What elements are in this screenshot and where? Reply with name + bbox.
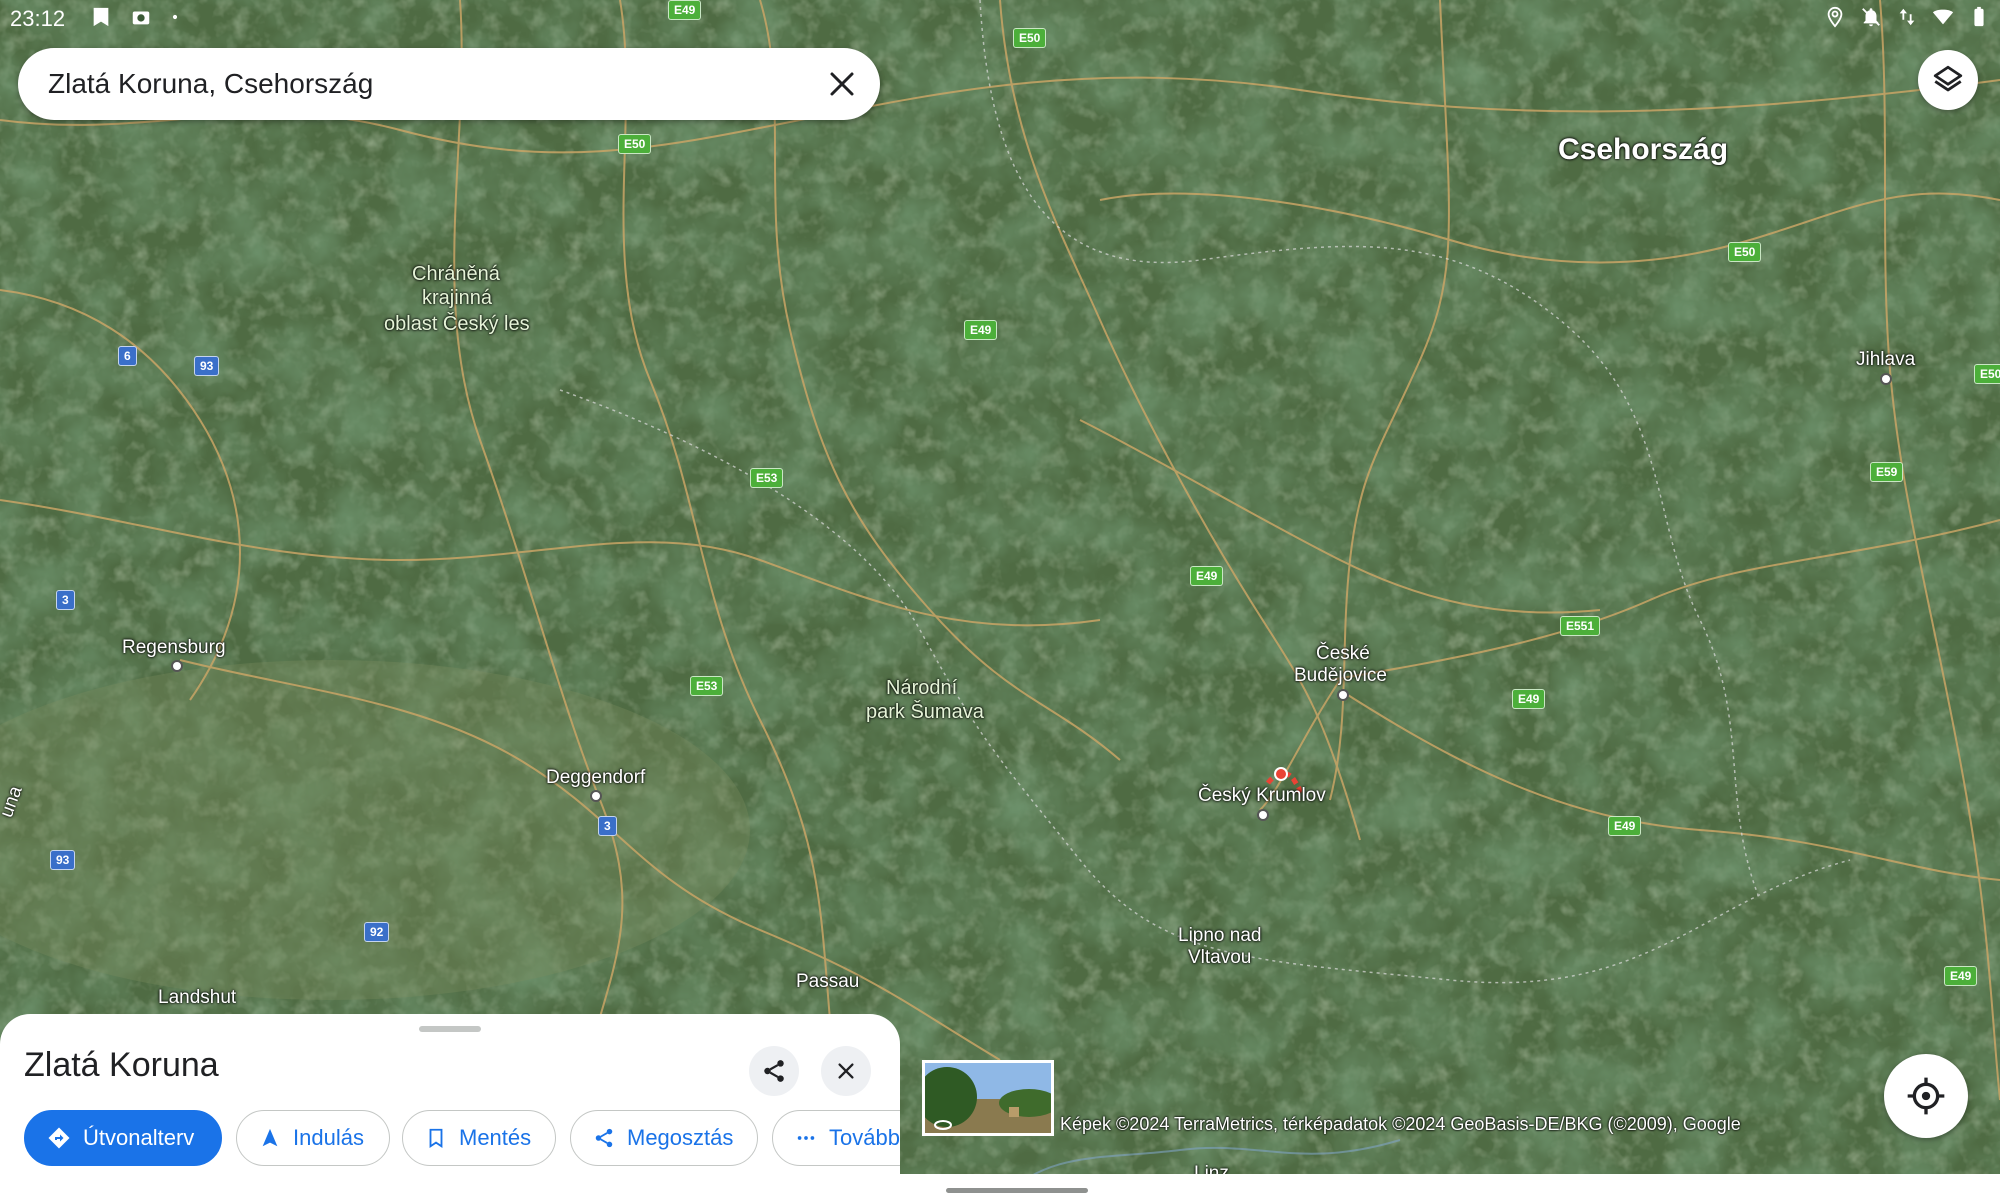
street-view-thumbnail[interactable] (922, 1060, 1054, 1136)
place-sheet[interactable]: Zlatá Koruna Útvonalterv Indulás Mentés … (0, 1014, 900, 1200)
road-shield: E49 (1512, 689, 1546, 709)
city-label-jihlava[interactable]: Jihlava (1856, 348, 1915, 372)
road-shield: E50 (618, 134, 652, 154)
road-shield: 3 (598, 816, 617, 836)
dot-icon (172, 14, 178, 20)
city-dot (171, 660, 183, 672)
wifi-icon (1932, 9, 1954, 25)
navigation-arrow-icon (262, 1128, 278, 1147)
road-shield: 6 (118, 346, 137, 366)
road-shield: E53 (690, 676, 724, 696)
layers-button[interactable] (1918, 50, 1978, 110)
save-button[interactable]: Mentés (402, 1110, 556, 1166)
place-title: Zlatá Koruna (24, 1046, 219, 1084)
sheet-drag-handle[interactable] (419, 1026, 481, 1032)
location-icon (1827, 6, 1843, 28)
road-shield: E50 (1974, 364, 2000, 384)
share-label: Megosztás (627, 1125, 734, 1150)
country-label: Csehország (1558, 133, 1729, 166)
start-button[interactable]: Indulás (236, 1110, 390, 1166)
crosshair-icon (1907, 1077, 1945, 1115)
directions-button[interactable]: Útvonalterv (24, 1110, 222, 1166)
search-bar[interactable]: Zlatá Koruna, Csehország (18, 48, 880, 120)
road-shield: E50 (1728, 242, 1762, 262)
sheet-share-button[interactable] (749, 1046, 799, 1096)
road-shield: 92 (364, 922, 390, 942)
road-shield: E49 (964, 320, 998, 340)
city-label-regensburg[interactable]: Regensburg (122, 636, 226, 660)
close-icon (838, 1063, 854, 1079)
road-shield: E59 (1870, 462, 1904, 482)
city-label-ceske-2[interactable]: Budějovice (1294, 664, 1387, 688)
city-label-lipno-1[interactable]: Lipno nad (1178, 924, 1261, 948)
more-horizontal-icon (797, 1136, 815, 1140)
notifications-off-icon (1862, 8, 1880, 27)
search-query[interactable]: Zlatá Koruna, Csehország (48, 68, 373, 100)
status-bar: 23:12 (0, 0, 2000, 36)
road-shield: 93 (50, 850, 76, 870)
city-dot (590, 790, 602, 802)
camera-icon (132, 11, 150, 25)
park-label-cesky-les-3: oblast Český les (384, 313, 530, 335)
road-shield: E49 (1190, 566, 1224, 586)
park-label-cesky-les-2: krajinná (422, 287, 493, 309)
place-pin-icon[interactable] (1274, 767, 1288, 781)
data-arrows-icon (1899, 8, 1915, 26)
action-chips: Útvonalterv Indulás Mentés Megosztás Tov… (24, 1110, 900, 1170)
clear-search-icon[interactable] (820, 62, 864, 106)
road-shield: 3 (56, 590, 75, 610)
road-shield: E551 (1560, 616, 1601, 636)
share-icon (595, 1128, 613, 1148)
my-location-button[interactable] (1884, 1054, 1968, 1138)
directions-label: Útvonalterv (83, 1125, 195, 1150)
city-label-landshut[interactable]: Landshut (158, 986, 236, 1010)
city-label-ceske-1[interactable]: České (1316, 642, 1370, 666)
share-icon (764, 1060, 784, 1082)
road-shield: 93 (194, 356, 220, 376)
road-shield: E53 (750, 468, 784, 488)
map-attribution: Képek ©2024 TerraMetrics, térképadatok ©… (1060, 1114, 1741, 1134)
road-shield: E49 (1944, 966, 1978, 986)
directions-icon (48, 1127, 70, 1149)
battery-icon (1974, 6, 1984, 27)
layers-icon (1933, 65, 1963, 92)
city-label-krumlov[interactable]: Český Krumlov (1198, 784, 1326, 808)
close-sheet-button[interactable] (821, 1046, 871, 1096)
more-button[interactable]: További (772, 1110, 900, 1166)
home-gesture-pill[interactable] (946, 1188, 1088, 1193)
city-label-lipno-2[interactable]: Vltavou (1188, 946, 1251, 970)
street-view-photo (925, 1063, 1051, 1133)
park-label-sumava-1: Národní (886, 677, 958, 699)
share-button[interactable]: Megosztás (570, 1110, 758, 1166)
more-label: További (829, 1125, 900, 1150)
start-label: Indulás (293, 1125, 364, 1150)
city-label-passau[interactable]: Passau (796, 970, 859, 994)
bookmark-icon (93, 7, 109, 27)
status-time: 23:12 (10, 6, 66, 31)
save-label: Mentés (459, 1125, 532, 1150)
road-shield: E49 (1608, 816, 1642, 836)
city-dot (1257, 809, 1269, 821)
park-label-cesky-les-1: Chráněná (412, 263, 500, 285)
city-dot (1337, 689, 1349, 701)
park-label-sumava-2: park Šumava (866, 701, 984, 723)
city-label-deggendorf[interactable]: Deggendorf (546, 766, 645, 790)
system-nav-bar (0, 1174, 2000, 1200)
city-dot (1880, 373, 1892, 385)
bookmark-icon (429, 1128, 443, 1148)
